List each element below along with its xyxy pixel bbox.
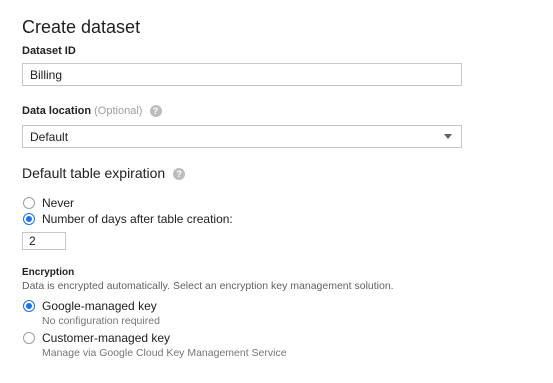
- dataset-id-input[interactable]: Billing: [22, 63, 462, 86]
- expiration-never-radio[interactable]: [23, 197, 35, 209]
- customer-managed-key-radio[interactable]: [23, 332, 35, 344]
- help-icon[interactable]: ?: [173, 168, 186, 181]
- google-managed-key-label[interactable]: Google-managed key: [42, 299, 157, 313]
- expiration-days-input[interactable]: 2: [22, 232, 66, 250]
- google-managed-key-subtext: No configuration required: [42, 315, 160, 327]
- expiration-heading: Default table expiration ?: [22, 165, 186, 181]
- data-location-select[interactable]: Default: [22, 125, 462, 148]
- data-location-selected: Default: [30, 129, 69, 144]
- expiration-heading-text: Default table expiration: [22, 165, 166, 181]
- dataset-id-label: Dataset ID: [22, 45, 76, 57]
- data-location-label: Data location (Optional) ?: [22, 105, 162, 118]
- customer-managed-key-label[interactable]: Customer-managed key: [42, 331, 170, 345]
- optional-hint: (Optional): [94, 105, 143, 117]
- expiration-days-radio[interactable]: [23, 213, 35, 225]
- encryption-description: Data is encrypted automatically. Select …: [22, 280, 394, 292]
- expiration-never-label[interactable]: Never: [42, 196, 74, 210]
- encryption-label: Encryption: [22, 267, 75, 278]
- google-managed-key-radio[interactable]: [23, 300, 35, 312]
- chevron-down-icon: [444, 134, 452, 139]
- page-title: Create dataset: [22, 17, 141, 37]
- customer-managed-key-subtext: Manage via Google Cloud Key Management S…: [42, 347, 287, 359]
- expiration-days-label[interactable]: Number of days after table creation:: [42, 212, 233, 226]
- data-location-label-text: Data location: [22, 105, 92, 117]
- expiration-days-value: 2: [29, 234, 36, 248]
- dataset-id-value: Billing: [30, 67, 63, 82]
- help-icon[interactable]: ?: [149, 105, 162, 118]
